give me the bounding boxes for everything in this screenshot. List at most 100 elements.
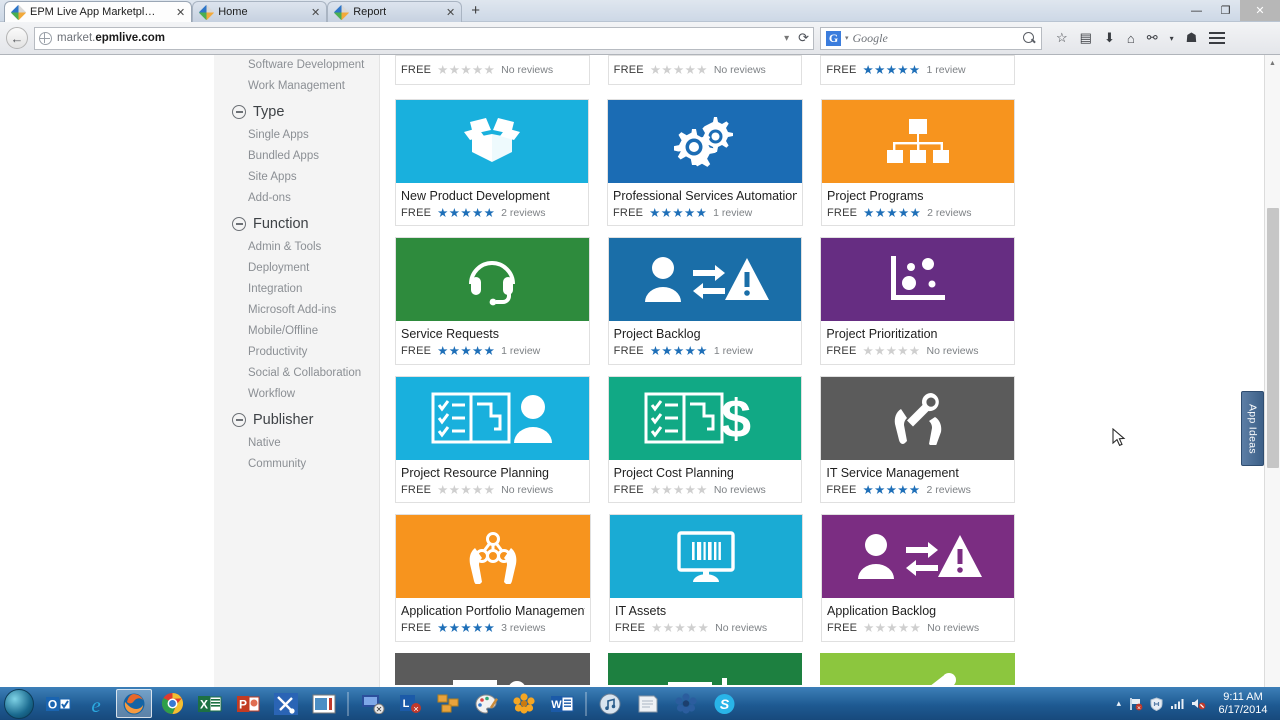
taskbar-tools-icon[interactable] [268, 689, 304, 718]
sidebar-item-add-ons[interactable]: Add-ons [214, 188, 379, 209]
sidebar-item-admin-tools[interactable]: Admin & Tools [214, 237, 379, 258]
app-card-it-service-management[interactable]: IT Service Management FREE ★★★★★ 2 revie… [820, 375, 1016, 503]
search-icon[interactable] [1023, 31, 1036, 45]
chevron-down-icon[interactable]: ▾ [784, 33, 789, 44]
sidebar-item-work-management[interactable]: Work Management [214, 76, 379, 97]
sidebar-item-mobile-offline[interactable]: Mobile/Offline [214, 321, 379, 342]
app-tile [396, 238, 589, 321]
firefox-hello-icon[interactable]: ☗ [1186, 30, 1198, 46]
app-review-count: 3 reviews [501, 622, 546, 635]
tab-close-icon[interactable]: ✕ [311, 6, 320, 19]
taskbar-lync-icon[interactable]: L ✕ [392, 689, 428, 718]
taskbar-media-player-icon[interactable] [306, 689, 342, 718]
sidebar-item-software-development[interactable]: Software Development [214, 55, 379, 76]
back-button[interactable]: ← [6, 27, 28, 49]
taskbar-flower-app2-icon[interactable] [668, 689, 704, 718]
browser-tab-report[interactable]: Report ✕ [327, 1, 463, 22]
taskbar-flower-app-icon[interactable] [506, 689, 542, 718]
sidebar-item-single-apps[interactable]: Single Apps [214, 125, 379, 146]
taskbar-firefox-icon[interactable] [116, 689, 152, 718]
scrollbar-thumb[interactable] [1267, 208, 1279, 468]
filter-group-function[interactable]: Function [214, 209, 379, 237]
address-bar[interactable]: market.epmlive.com ▾ ⟳ [34, 26, 814, 50]
app-rating-stars: ★★★★★ [437, 205, 496, 220]
taskbar-notepad-icon[interactable] [630, 689, 666, 718]
collapse-icon[interactable] [232, 217, 246, 231]
collapse-icon[interactable] [232, 105, 246, 119]
app-rating-stars: ★★★★★ [863, 621, 922, 635]
search-input[interactable]: Google [853, 31, 888, 46]
taskbar-word-icon[interactable]: W [544, 689, 580, 718]
menu-icon[interactable] [1209, 29, 1226, 47]
app-card-partial[interactable] [395, 652, 590, 687]
chevron-down-icon[interactable]: ▾ [1170, 34, 1174, 43]
sync-icon[interactable]: ⚯ [1147, 30, 1158, 46]
taskbar-internet-explorer-icon[interactable]: e [78, 689, 114, 718]
browser-tab-home[interactable]: Home ✕ [192, 1, 328, 22]
app-card-application-backlog[interactable]: Application Backlog FREE ★★★★★ No review… [821, 514, 1015, 642]
sidebar-item-social-collaboration[interactable]: Social & Collaboration [214, 363, 379, 384]
sidebar-item-site-apps[interactable]: Site Apps [214, 167, 379, 188]
chevron-down-icon[interactable]: ▾ [845, 34, 849, 42]
page-scrollbar[interactable]: ▲ [1264, 55, 1280, 687]
app-card-new-product-development[interactable]: New Product Development FREE ★★★★★ 2 rev… [395, 98, 589, 226]
scroll-up-arrow-icon[interactable]: ▲ [1265, 55, 1280, 71]
app-card-project-prioritization[interactable]: Project Prioritization FREE ★★★★★ No rev… [820, 237, 1016, 365]
show-hidden-icons-button[interactable]: ▴ [1116, 698, 1121, 709]
app-card-application-portfolio-management[interactable]: Application Portfolio Management FREE ★★… [395, 514, 591, 642]
taskbar-visio-icon[interactable] [430, 689, 466, 718]
taskbar-chrome-icon[interactable] [154, 689, 190, 718]
sidebar-item-microsoft-add-ins[interactable]: Microsoft Add-ins [214, 300, 379, 321]
reload-icon[interactable]: ⟳ [798, 30, 809, 46]
filter-group-type[interactable]: Type [214, 97, 379, 125]
app-card-body: Professional Services Automation FREE ★★… [608, 183, 802, 226]
taskbar-remote-desktop-icon[interactable]: ✕ [354, 689, 390, 718]
app-card-partial[interactable] [820, 652, 1016, 687]
sidebar-item-deployment[interactable]: Deployment [214, 258, 379, 279]
close-button[interactable]: ✕ [1240, 0, 1280, 21]
taskbar-paint-icon[interactable] [468, 689, 504, 718]
sidebar-item-community[interactable]: Community [214, 454, 379, 475]
app-meta: FREE ★★★★★ 1 review [826, 64, 1009, 77]
app-card-it-assets[interactable]: IT Assets FREE ★★★★★ No reviews [609, 514, 803, 642]
app-card-partial[interactable] [607, 652, 803, 687]
taskbar-excel-icon[interactable]: X [192, 689, 228, 718]
bookmark-star-icon[interactable]: ☆ [1056, 30, 1068, 46]
open-box-icon [464, 118, 520, 162]
app-price: FREE [826, 345, 857, 358]
app-card-project-programs[interactable]: Project Programs FREE ★★★★★ 2 reviews [821, 98, 1015, 226]
collapse-icon[interactable] [232, 413, 246, 427]
app-ideas-tab[interactable]: App Ideas [1241, 391, 1264, 466]
sidebar-item-integration[interactable]: Integration [214, 279, 379, 300]
sidebar-item-workflow[interactable]: Workflow [214, 384, 379, 405]
app-card-professional-services-automation[interactable]: Professional Services Automation FREE ★★… [607, 98, 803, 226]
browser-tab-marketplace[interactable]: EPM Live App Marketplace ✕ [4, 1, 193, 22]
sidebar-item-native[interactable]: Native [214, 433, 379, 454]
app-card-project-backlog[interactable]: Project Backlog FREE ★★★★★ 1 review [607, 237, 803, 365]
app-card-partial[interactable]: FREE ★★★★★ No reviews [395, 55, 590, 85]
downloads-icon[interactable]: ⬇ [1104, 30, 1115, 46]
taskbar-skype-icon[interactable]: S [706, 689, 742, 718]
app-card-service-requests[interactable]: Service Requests FREE ★★★★★ 1 review [395, 237, 590, 365]
maximize-button[interactable]: ❐ [1211, 0, 1240, 21]
taskbar-powerpoint-icon[interactable]: P [230, 689, 266, 718]
start-button[interactable] [4, 688, 34, 719]
taskbar-clock[interactable]: 9:11 AM 6/17/2014 [1214, 691, 1272, 717]
home-icon[interactable]: ⌂ [1127, 31, 1135, 46]
app-name: Service Requests [401, 327, 499, 341]
app-card-project-cost-planning[interactable]: $ Project Cost Planning FREE ★★★★★ No re… [607, 375, 803, 503]
taskbar-itunes-icon[interactable] [592, 689, 628, 718]
taskbar-outlook-icon[interactable]: O [40, 689, 76, 718]
new-tab-button[interactable]: + [462, 1, 489, 21]
app-card-partial[interactable]: FREE ★★★★★ No reviews [607, 55, 803, 85]
minimize-button[interactable]: — [1182, 0, 1211, 21]
app-card-project-resource-planning[interactable]: Project Resource Planning FREE ★★★★★ No … [395, 375, 590, 503]
search-bar[interactable]: G ▾ Google [820, 26, 1042, 50]
tab-close-icon[interactable]: ✕ [446, 6, 455, 19]
app-card-partial[interactable]: FREE ★★★★★ 1 review [820, 55, 1016, 85]
sidebar-item-bundled-apps[interactable]: Bundled Apps [214, 146, 379, 167]
tab-close-icon[interactable]: ✕ [176, 6, 185, 19]
reading-list-icon[interactable]: ▤ [1080, 30, 1092, 46]
sidebar-item-productivity[interactable]: Productivity [214, 342, 379, 363]
filter-group-publisher[interactable]: Publisher [214, 405, 379, 433]
